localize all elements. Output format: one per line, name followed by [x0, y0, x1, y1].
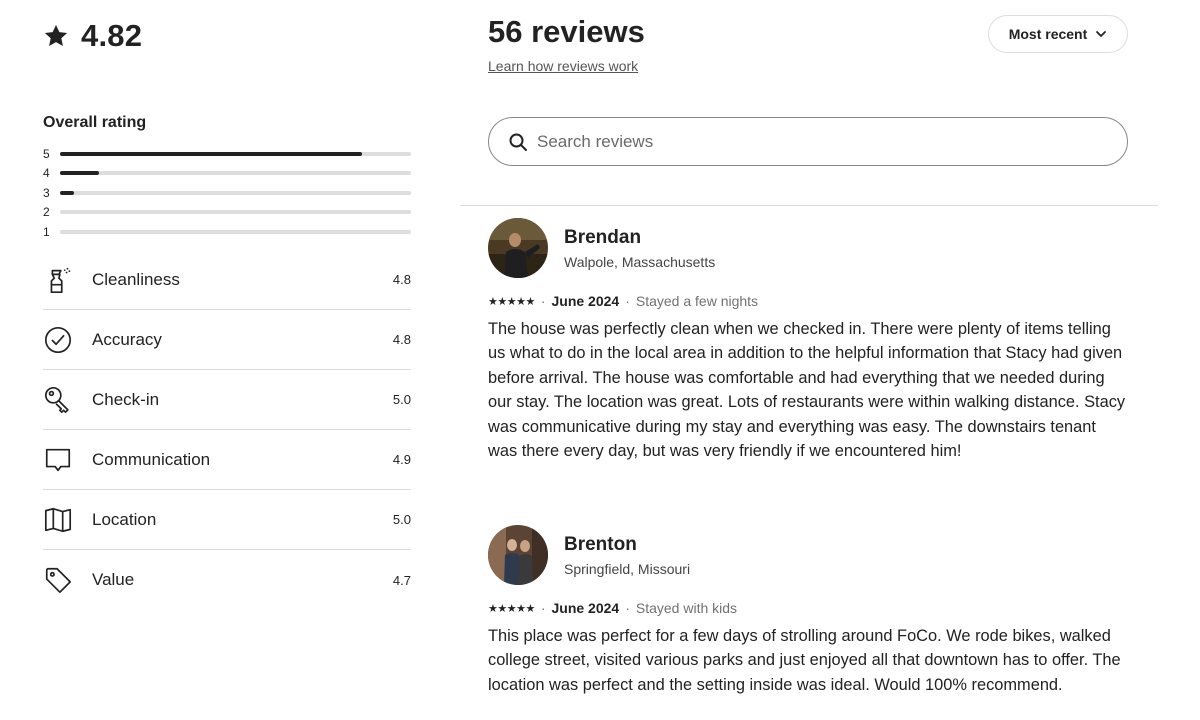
meta-separator: · [540, 600, 546, 616]
tag-icon [43, 565, 73, 595]
review-text: This place was perfect for a few days of… [488, 627, 1121, 694]
distribution-label: 3 [43, 185, 50, 200]
review-item: Brendan Walpole, Massachusetts ★★★★★ · J… [488, 218, 1128, 463]
distribution-bar [60, 210, 411, 215]
review-stars: ★★★★★ [488, 602, 535, 615]
reviewer-name: Brenton [564, 533, 637, 555]
distribution-label: 1 [43, 224, 50, 239]
category-location: Location 5.0 [43, 490, 411, 550]
reviewer-location: Springfield, Missouri [564, 560, 691, 577]
distribution-row: 4 [43, 164, 411, 184]
reviewer-name: Brendan [564, 226, 642, 248]
distribution-bar [60, 151, 411, 156]
category-value: 5.0 [392, 392, 411, 407]
category-value: 4.8 [392, 272, 411, 287]
chevron-down-icon [1096, 31, 1107, 37]
review-date: June 2024 [551, 293, 620, 309]
distribution-bar-fill [60, 190, 75, 195]
distribution-bar-fill [60, 151, 362, 156]
category-value: 4.7 [392, 572, 411, 588]
section-divider [460, 205, 1158, 206]
category-label: Accuracy [92, 329, 162, 349]
sort-dropdown[interactable]: Most recent [988, 15, 1128, 53]
overall-score-value: 4.82 [81, 18, 143, 53]
sort-label: Most recent [1008, 26, 1088, 42]
distribution-bar [60, 171, 411, 176]
category-ratings: Cleanliness 4.8 Accuracy 4.8 Check-in 5.… [43, 250, 411, 610]
learn-how-reviews-work-link[interactable]: Learn how reviews work [488, 58, 638, 74]
category-label: Communication [92, 449, 211, 469]
chat-bubble-icon [43, 445, 73, 475]
distribution-bar-fill [60, 171, 99, 176]
review-meta: ★★★★★ · June 2024 · Stayed with kids [488, 600, 1128, 616]
distribution-bar [60, 190, 411, 195]
category-value: 4.8 [392, 332, 411, 347]
search-reviews-field[interactable] [488, 117, 1128, 166]
reviewer-avatar[interactable] [488, 525, 548, 585]
category-label: Check-in [92, 389, 160, 409]
category-label: Value [92, 570, 135, 589]
map-icon [43, 505, 73, 535]
check-circle-icon [43, 325, 73, 355]
review-item: Brenton Springfield, Missouri ★★★★★ · Ju… [488, 525, 1128, 697]
category-cleanliness: Cleanliness 4.8 [43, 250, 411, 310]
distribution-bar [60, 229, 411, 234]
distribution-label: 4 [43, 166, 50, 181]
spray-bottle-icon [43, 265, 73, 295]
rating-distribution: 5 4 3 2 1 [43, 144, 411, 242]
category-communication: Communication 4.9 [43, 430, 411, 490]
distribution-label: 2 [43, 205, 50, 220]
category-accuracy: Accuracy 4.8 [43, 310, 411, 370]
distribution-row: 1 [43, 222, 411, 242]
review-date: June 2024 [551, 600, 620, 616]
meta-separator: · [540, 293, 546, 309]
distribution-row: 5 [43, 144, 411, 164]
distribution-row: 3 [43, 183, 411, 203]
category-value: 4.9 [392, 452, 411, 467]
review-stay-type: Stayed a few nights [635, 293, 759, 309]
review-text: The house was perfectly clean when we ch… [488, 320, 1126, 461]
star-icon [44, 24, 68, 46]
category-value: Value 4.7 [43, 550, 411, 610]
review-stars: ★★★★★ [488, 295, 535, 308]
key-icon [43, 385, 73, 415]
overall-rating-label: Overall rating [43, 114, 147, 131]
reviews-count-title: 56 reviews [488, 14, 645, 49]
review-meta: ★★★★★ · June 2024 · Stayed a few nights [488, 293, 1128, 309]
distribution-label: 5 [43, 146, 50, 161]
category-check-in: Check-in 5.0 [43, 370, 411, 430]
reviewer-avatar[interactable] [488, 218, 548, 278]
overall-score: 4.82 [43, 18, 142, 54]
meta-separator: · [625, 293, 630, 309]
distribution-row: 2 [43, 203, 411, 223]
category-label: Cleanliness [92, 269, 180, 289]
reviewer-location: Walpole, Massachusetts [564, 253, 716, 270]
search-reviews-input[interactable] [537, 131, 1097, 152]
category-value: 5.0 [392, 512, 411, 527]
category-label: Location [92, 509, 157, 529]
review-stay-type: Stayed with kids [635, 600, 738, 616]
meta-separator: · [625, 600, 630, 616]
search-icon [509, 133, 527, 151]
